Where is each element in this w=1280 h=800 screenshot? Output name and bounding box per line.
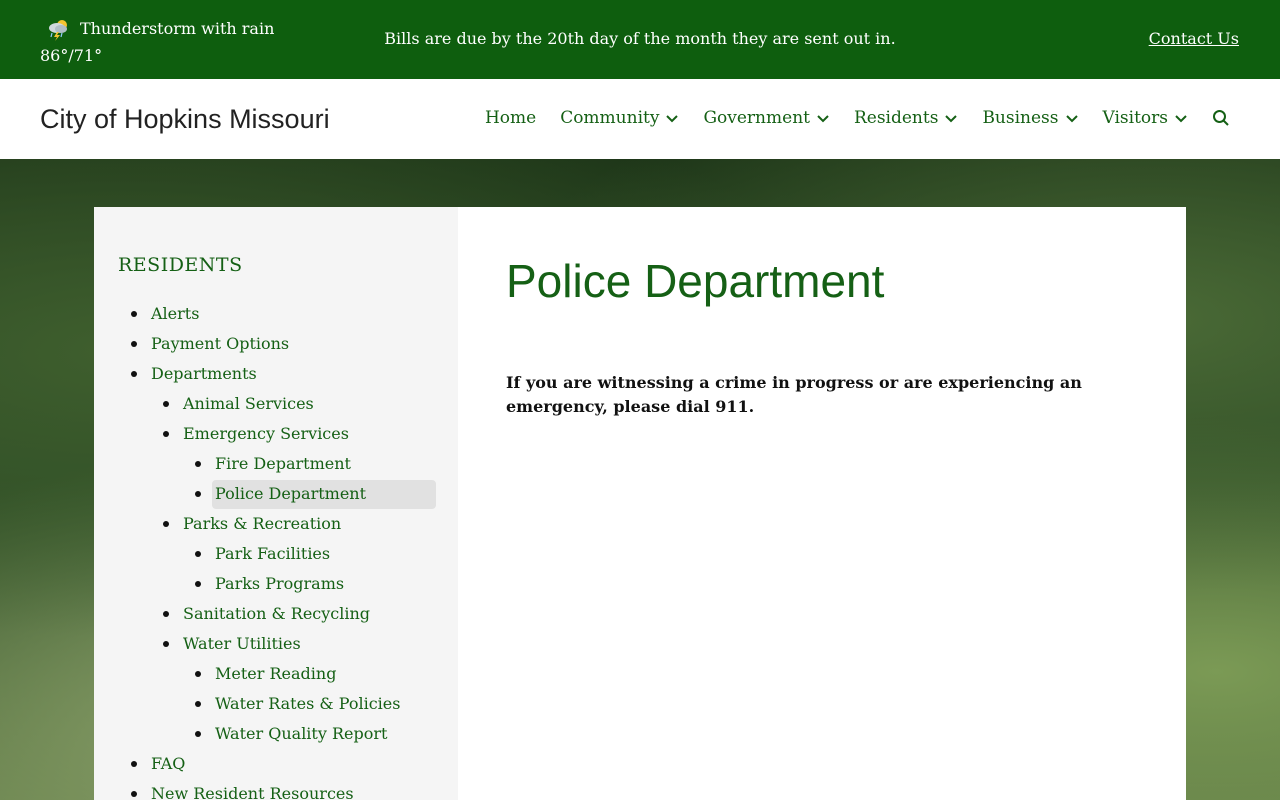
sidebar-item[interactable]: Sanitation & Recycling: [94, 599, 458, 629]
sidebar-item-label: Sanitation & Recycling: [183, 604, 371, 623]
sidebar-item-label: FAQ: [151, 754, 186, 773]
list-bullet: [195, 731, 201, 737]
sidebar-item[interactable]: FAQ: [94, 749, 458, 779]
nav-residents-label: Residents: [853, 108, 939, 128]
main-nav: Home Community Government Residents Busi…: [461, 106, 1230, 130]
sidebar-item-label: Parks Programs: [215, 574, 345, 593]
nav-visitors[interactable]: Visitors: [1103, 106, 1189, 130]
sidebar-item-label: Water Rates & Policies: [215, 694, 401, 713]
nav-business[interactable]: Business: [982, 106, 1078, 130]
sidebar-list: Alerts Payment Options Departments Animal S…: [94, 299, 458, 800]
list-bullet: [195, 581, 201, 587]
list-bullet: [163, 431, 169, 437]
list-bullet: [131, 791, 137, 797]
sidebar-item[interactable]: Fire Department: [94, 449, 458, 479]
nav-community[interactable]: Community: [560, 106, 679, 130]
sidebar-item-label: Parks & Recreation: [183, 514, 342, 533]
emergency-notice: If you are witnessing a crime in progres…: [506, 373, 1082, 416]
page-title: Police Department: [506, 255, 885, 307]
sidebar-item-label: Departments: [151, 364, 257, 383]
nav-business-label: Business: [982, 108, 1059, 128]
sidebar-item[interactable]: Police Department: [94, 479, 458, 509]
sidebar-item-label: Emergency Services: [183, 424, 349, 443]
sidebar-item-label: Water Quality Report: [215, 724, 388, 743]
list-bullet: [131, 311, 137, 317]
list-bullet: [195, 701, 201, 707]
sidebar-item[interactable]: Parks & Recreation: [94, 509, 458, 539]
main-content: Police Department If you are witnessing …: [458, 207, 1186, 800]
sidebar-item-label: Fire Department: [215, 454, 351, 473]
nav-community-label: Community: [560, 108, 660, 128]
top-bar: Thunderstorm with rain 86°/71° Bills are…: [0, 0, 1280, 79]
sidebar-heading[interactable]: RESIDENTS: [118, 254, 243, 276]
chevron-down-icon: [945, 115, 958, 123]
nav-home[interactable]: Home: [485, 106, 536, 130]
sidebar-item[interactable]: New Resident Resources: [94, 779, 458, 800]
chevron-down-icon: [666, 115, 679, 123]
announcement-text: Bills are due by the 20th day of the mon…: [384, 29, 896, 48]
search-icon[interactable]: [1212, 109, 1230, 127]
list-bullet: [163, 521, 169, 527]
sidebar-item-label: Animal Services: [183, 394, 314, 413]
contact-us-link[interactable]: Contact Us: [1149, 28, 1239, 50]
list-bullet: [163, 611, 169, 617]
nav-home-label: Home: [484, 108, 537, 128]
list-bullet: [195, 671, 201, 677]
list-bullet: [163, 401, 169, 407]
sidebar-item-label: Park Facilities: [215, 544, 331, 563]
sidebar-item[interactable]: Water Rates & Policies: [94, 689, 458, 719]
nav-government-label: Government: [703, 108, 810, 128]
sidebar-item[interactable]: Park Facilities: [94, 539, 458, 569]
sidebar-item[interactable]: Water Quality Report: [94, 719, 458, 749]
site-header: City of Hopkins Missouri Home Community …: [0, 79, 1280, 159]
sidebar-item[interactable]: Parks Programs: [94, 569, 458, 599]
sidebar-item[interactable]: Meter Reading: [94, 659, 458, 689]
sidebar-item-label: New Resident Resources: [151, 784, 354, 800]
sidebar-item-label: Police Department: [215, 484, 367, 503]
section-sidebar: RESIDENTS Alerts Payment Options Departmen…: [94, 207, 458, 800]
sidebar-item[interactable]: Animal Services: [94, 389, 458, 419]
list-bullet: [131, 341, 137, 347]
sidebar-item[interactable]: Departments: [94, 359, 458, 389]
sidebar-item[interactable]: Water Utilities: [94, 629, 458, 659]
nav-government[interactable]: Government: [703, 106, 830, 130]
sidebar-item-label: Meter Reading: [215, 664, 337, 683]
sidebar-item-label: Water Utilities: [183, 634, 301, 653]
sidebar-item[interactable]: Alerts: [94, 299, 458, 329]
sidebar-item-label: Payment Options: [151, 334, 290, 353]
sidebar-item[interactable]: Payment Options: [94, 329, 458, 359]
chevron-down-icon: [1065, 115, 1078, 123]
chevron-down-icon: [817, 115, 829, 123]
list-bullet: [131, 371, 137, 377]
list-bullet: [195, 461, 201, 467]
sidebar-item[interactable]: Emergency Services: [94, 419, 458, 449]
chevron-down-icon: [1175, 115, 1187, 123]
nav-visitors-label: Visitors: [1102, 108, 1169, 128]
list-bullet: [195, 491, 201, 497]
nav-residents[interactable]: Residents: [854, 106, 958, 130]
sidebar-item-label: Alerts: [151, 304, 200, 323]
list-bullet: [131, 761, 137, 767]
list-bullet: [163, 641, 169, 647]
site-title[interactable]: City of Hopkins Missouri: [40, 102, 330, 136]
list-bullet: [195, 551, 201, 557]
